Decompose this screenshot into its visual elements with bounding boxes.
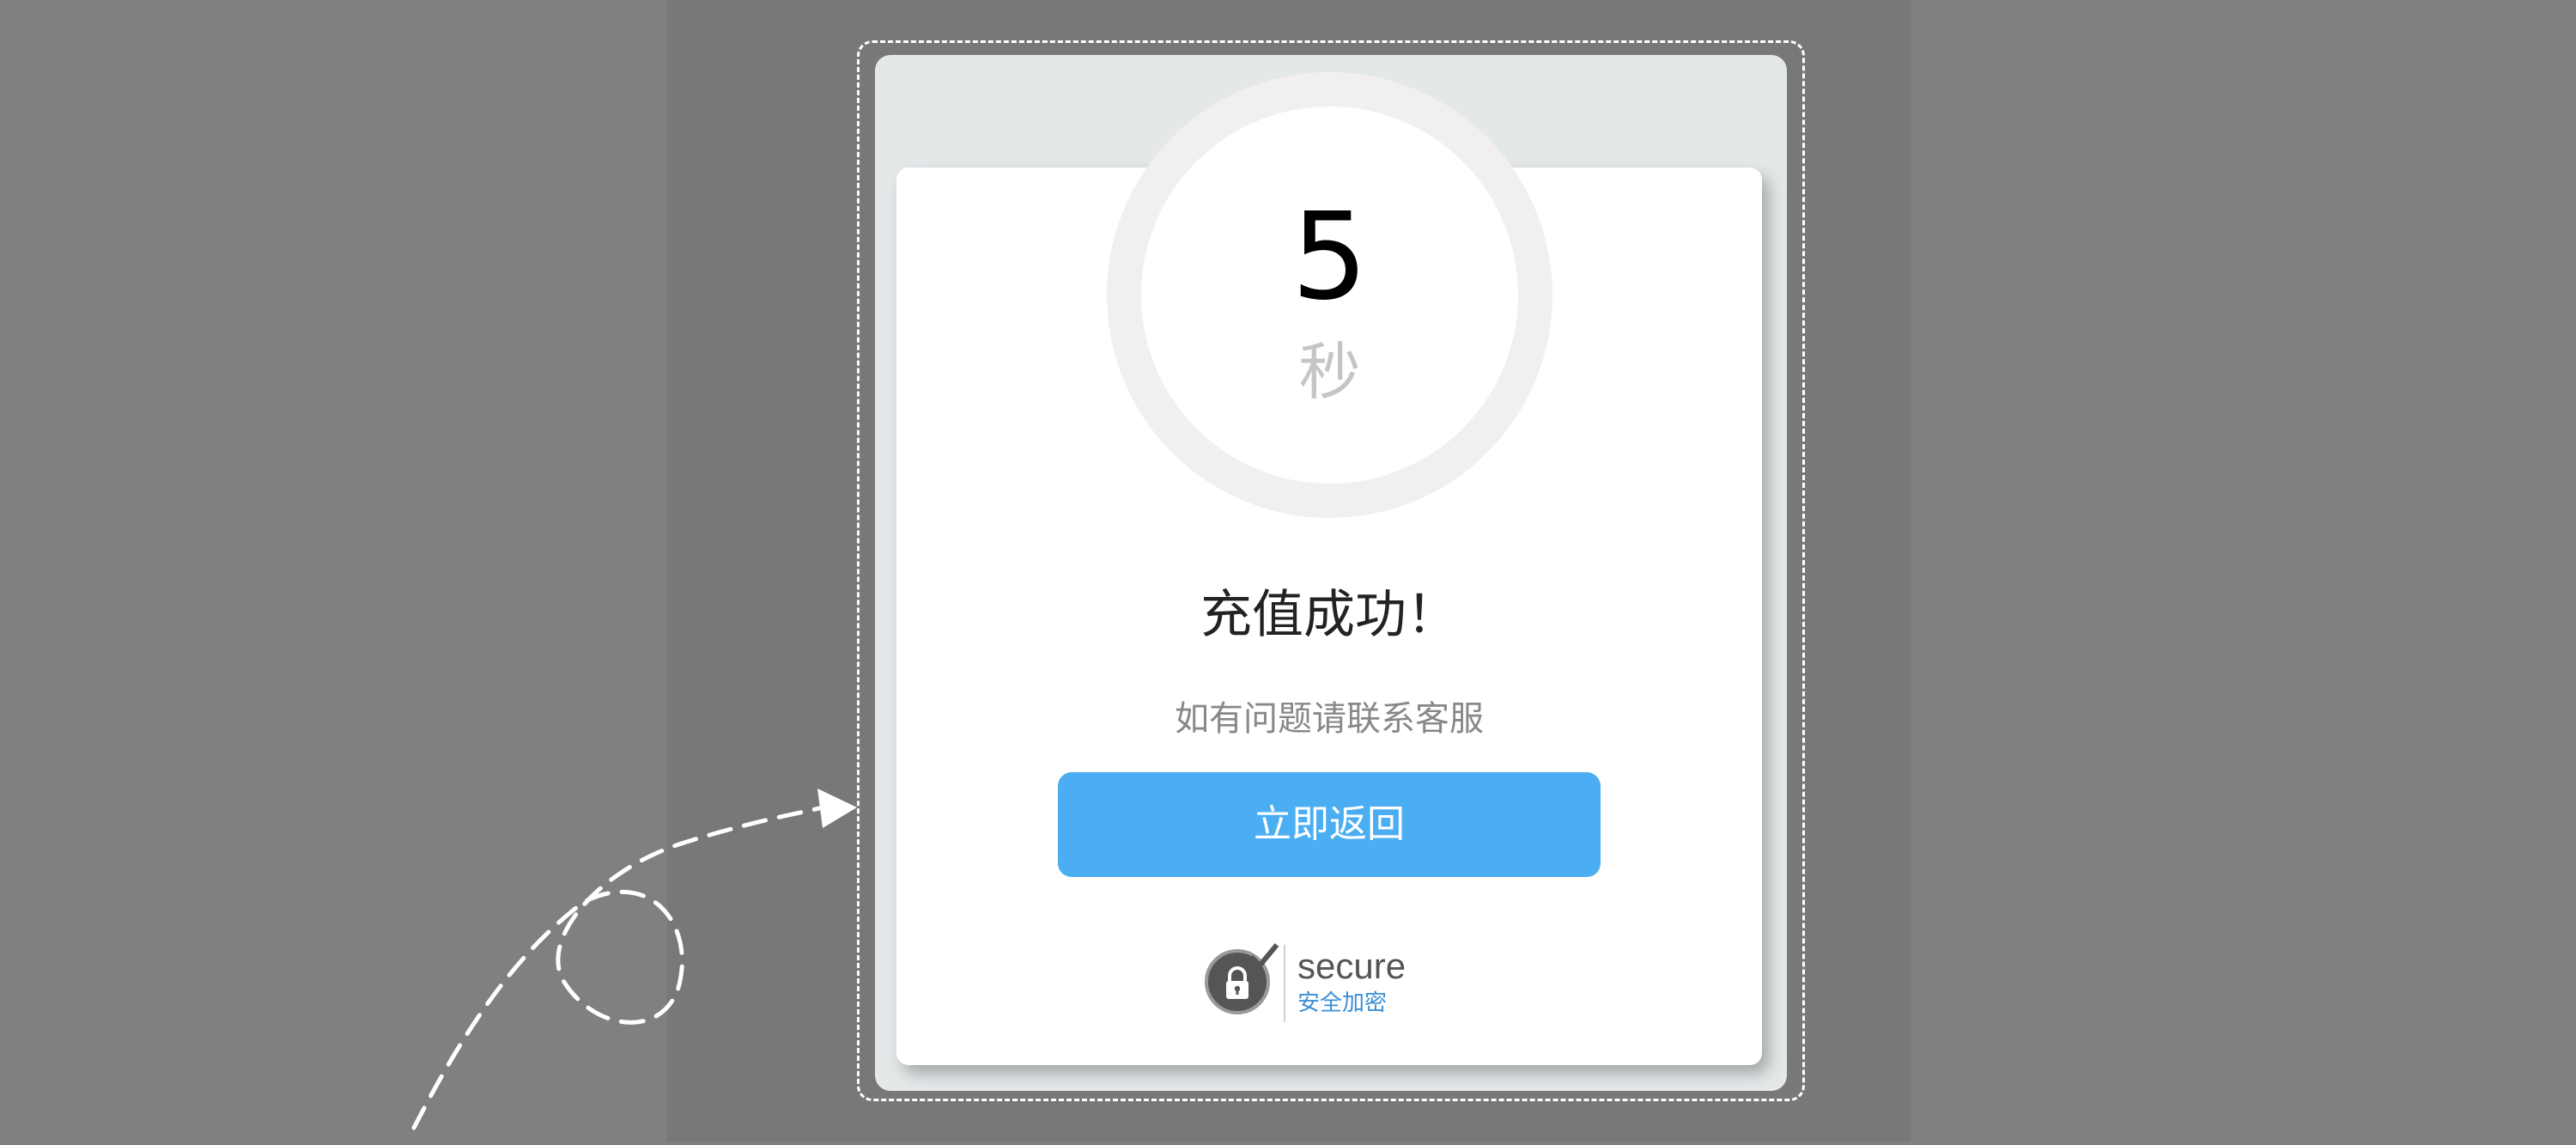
annotation-arrow	[411, 789, 857, 1130]
arrow-path	[411, 805, 825, 1130]
arrowhead-icon	[817, 789, 857, 828]
